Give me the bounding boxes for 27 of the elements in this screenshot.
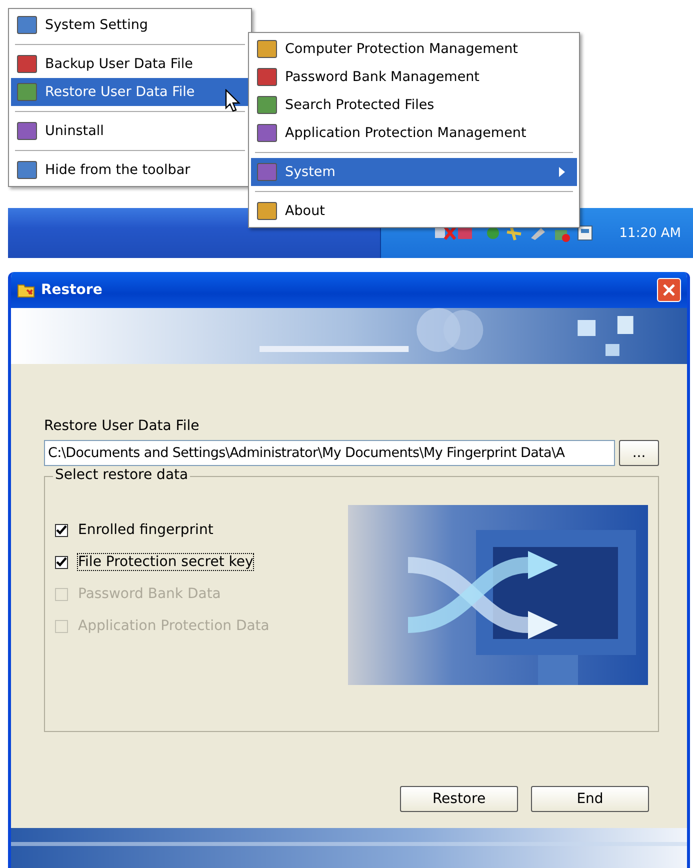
clock[interactable]: 11:20 AM (619, 226, 681, 240)
close-button[interactable] (657, 278, 681, 302)
mouse-cursor-icon (225, 89, 241, 113)
menu-item[interactable]: Password Bank Management (251, 63, 577, 91)
menu-item[interactable]: System (251, 158, 577, 186)
checkbox-label[interactable]: Enrolled fingerprint (77, 521, 214, 539)
checkbox[interactable] (55, 524, 68, 536)
browse-button[interactable]: ... (619, 440, 659, 466)
menu-item[interactable]: Uninstall (11, 117, 249, 145)
dialog-button[interactable]: End (531, 786, 649, 812)
checkbox-label[interactable]: File Protection secret key (77, 553, 254, 571)
dialog-button[interactable]: Restore (400, 786, 518, 812)
menu-item[interactable]: Computer Protection Management (251, 35, 577, 63)
window-title: Restore (41, 282, 104, 298)
submenu-arrow-icon (559, 167, 565, 177)
close-icon (662, 283, 676, 297)
checkbox[interactable] (55, 556, 68, 568)
field-label: Restore User Data File (44, 418, 200, 434)
menu-item[interactable]: Backup User Data File (11, 50, 249, 78)
menu-item[interactable]: Application Protection Management (251, 119, 577, 147)
folder-icon (17, 282, 35, 298)
menu-item[interactable]: Hide from the toolbar (11, 156, 249, 184)
file-path-field[interactable]: C:\Documents and Settings\Administrator\My Documents\My Fingerprint Data\A (44, 440, 615, 466)
menu-item[interactable]: System Setting (11, 11, 249, 39)
menu-item[interactable]: About (251, 197, 577, 225)
menu-item[interactable]: Search Protected Files (251, 91, 577, 119)
menu-item[interactable]: Restore User Data File (11, 78, 249, 106)
